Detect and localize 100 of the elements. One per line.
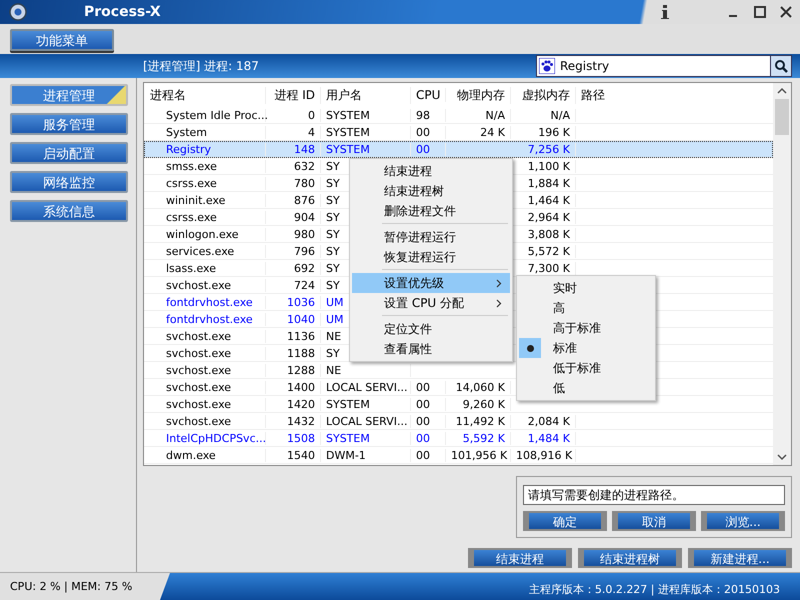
table-cell: svchost.exe — [166, 414, 232, 428]
table-cell: 7,256 K — [528, 142, 570, 156]
table-cell: SY — [326, 210, 340, 224]
table-cell: dwm.exe — [166, 448, 216, 462]
table-cell: 1188 — [287, 346, 315, 360]
column-header[interactable]: 进程 ID — [266, 86, 321, 104]
table-cell: 1,464 K — [528, 194, 570, 206]
sidebar-item[interactable]: 进程管理 — [10, 84, 128, 106]
column-header[interactable]: 进程名 — [144, 86, 266, 104]
search-field[interactable]: Registry — [536, 55, 792, 77]
table-cell: 1036 — [287, 296, 315, 308]
table-cell: smss.exe — [166, 160, 217, 172]
search-icon[interactable] — [770, 56, 791, 76]
menu-item[interactable]: 设置 CPU 分配 — [352, 293, 510, 313]
function-menu-button[interactable]: 功能菜单 — [10, 29, 114, 51]
table-cell: lsass.exe — [166, 262, 216, 274]
table-cell: N/A — [486, 108, 505, 122]
menu-item[interactable]: 高 — [519, 298, 653, 318]
table-cell: SYSTEM — [326, 126, 370, 138]
path-field[interactable]: 请填写需要创建的进程路径。 — [523, 485, 785, 505]
column-header[interactable]: CPU — [411, 88, 446, 102]
action-button[interactable]: 新建进程... — [688, 548, 792, 568]
table-cell: SYSTEM — [326, 142, 370, 156]
table-cell: winlogon.exe — [166, 228, 239, 240]
menu-item[interactable]: 结束进程 — [352, 161, 510, 181]
table-cell: svchost.exe — [166, 380, 232, 394]
column-header[interactable]: 物理内存 — [446, 86, 511, 104]
table-cell: 00 — [416, 432, 430, 444]
menu-item[interactable]: 低于标准 — [519, 358, 653, 378]
menu-item[interactable]: 低 — [519, 378, 653, 398]
scroll-down-icon[interactable] — [777, 453, 787, 461]
table-cell: 9,260 K — [462, 398, 505, 410]
column-header[interactable]: 用户名 — [321, 86, 411, 104]
table-cell: UM — [326, 312, 344, 326]
paw-icon — [539, 58, 555, 74]
menu-item[interactable]: 定位文件 — [352, 319, 510, 339]
table-cell: SYSTEM — [326, 432, 370, 444]
table-cell: 00 — [416, 414, 430, 428]
table-cell: 98 — [416, 108, 430, 122]
table-cell: SYSTEM — [326, 108, 370, 122]
menu-item[interactable]: 结束进程树 — [352, 181, 510, 201]
selected-row[interactable]: Registry 148 SYSTEM 00 7,256 K — [144, 141, 773, 158]
dialog-button[interactable]: 确定 — [523, 511, 607, 531]
table-cell: 2,964 K — [528, 210, 570, 224]
table-cell: Registry — [166, 142, 212, 156]
table-cell: SY — [326, 160, 340, 172]
action-button[interactable]: 结束进程 — [468, 548, 572, 568]
table-cell: 4 — [308, 126, 315, 138]
table-cell: LOCAL SERVI... — [326, 380, 408, 394]
table-cell: 876 — [294, 194, 315, 206]
sidebar-item[interactable]: 服务管理 — [10, 113, 128, 135]
scrollbar-thumb[interactable] — [775, 99, 789, 135]
table-cell: 00 — [416, 380, 430, 394]
sidebar-item[interactable]: 启动配置 — [10, 142, 128, 164]
table-cell: LOCAL SERVI... — [326, 414, 408, 428]
menu-item[interactable]: 标准 — [519, 338, 653, 358]
table-cell: SY — [326, 346, 340, 360]
menu-item[interactable]: 高于标准 — [519, 318, 653, 338]
table-cell: 14,060 K — [456, 380, 505, 394]
table-cell: 796 — [294, 244, 315, 258]
table-cell: 780 — [294, 176, 315, 190]
close-icon[interactable] — [780, 6, 792, 18]
menu-item[interactable]: 设置优先级 — [352, 273, 510, 293]
table-cell: 00 — [416, 398, 430, 410]
menu-item[interactable]: 恢复进程运行 — [352, 247, 510, 267]
dialog-button[interactable]: 浏览... — [701, 511, 785, 531]
column-header[interactable]: 路径 — [576, 86, 773, 104]
menu-item[interactable]: 实时 — [519, 278, 653, 298]
menu-item[interactable]: 查看属性 — [352, 339, 510, 359]
table-cell: 1420 — [287, 398, 315, 410]
sidebar-item[interactable]: 系统信息 — [10, 200, 128, 222]
table-cell: SY — [326, 262, 340, 274]
maximize-icon[interactable] — [754, 6, 766, 18]
scroll-up-icon[interactable] — [777, 87, 787, 95]
table-cell: 101,956 K — [451, 448, 508, 462]
table-cell: NE — [326, 364, 342, 376]
scrollbar[interactable] — [773, 83, 791, 465]
gear-icon[interactable] — [8, 2, 28, 22]
table-cell: 196 K — [538, 126, 570, 138]
menu-item[interactable]: 暂停进程运行 — [352, 227, 510, 247]
info-icon[interactable] — [660, 4, 670, 20]
action-button[interactable]: 结束进程树 — [578, 548, 682, 568]
table-cell: 1,484 K — [528, 432, 570, 444]
table-cell: 148 — [294, 142, 315, 156]
table-cell: 1432 — [287, 414, 315, 428]
table-cell: 5,592 K — [462, 432, 505, 444]
page-title: [进程管理] 进程: 187 — [143, 58, 259, 74]
chevron-right-icon — [496, 298, 502, 308]
table-cell: 1,100 K — [528, 160, 570, 172]
table-cell: 1136 — [287, 330, 315, 342]
table-cell: svchost.exe — [166, 398, 232, 410]
dialog-button[interactable]: 取消 — [612, 511, 696, 531]
bullet-icon — [526, 344, 534, 352]
sidebar-item[interactable]: 网络监控 — [10, 171, 128, 193]
menu-item[interactable]: 删除进程文件 — [352, 201, 510, 221]
table-cell: services.exe — [166, 244, 234, 258]
table-cell: 632 — [294, 160, 315, 172]
table-cell: UM — [326, 296, 344, 308]
column-header[interactable]: 虚拟内存 — [511, 86, 576, 104]
table-cell: 11,492 K — [456, 414, 505, 428]
